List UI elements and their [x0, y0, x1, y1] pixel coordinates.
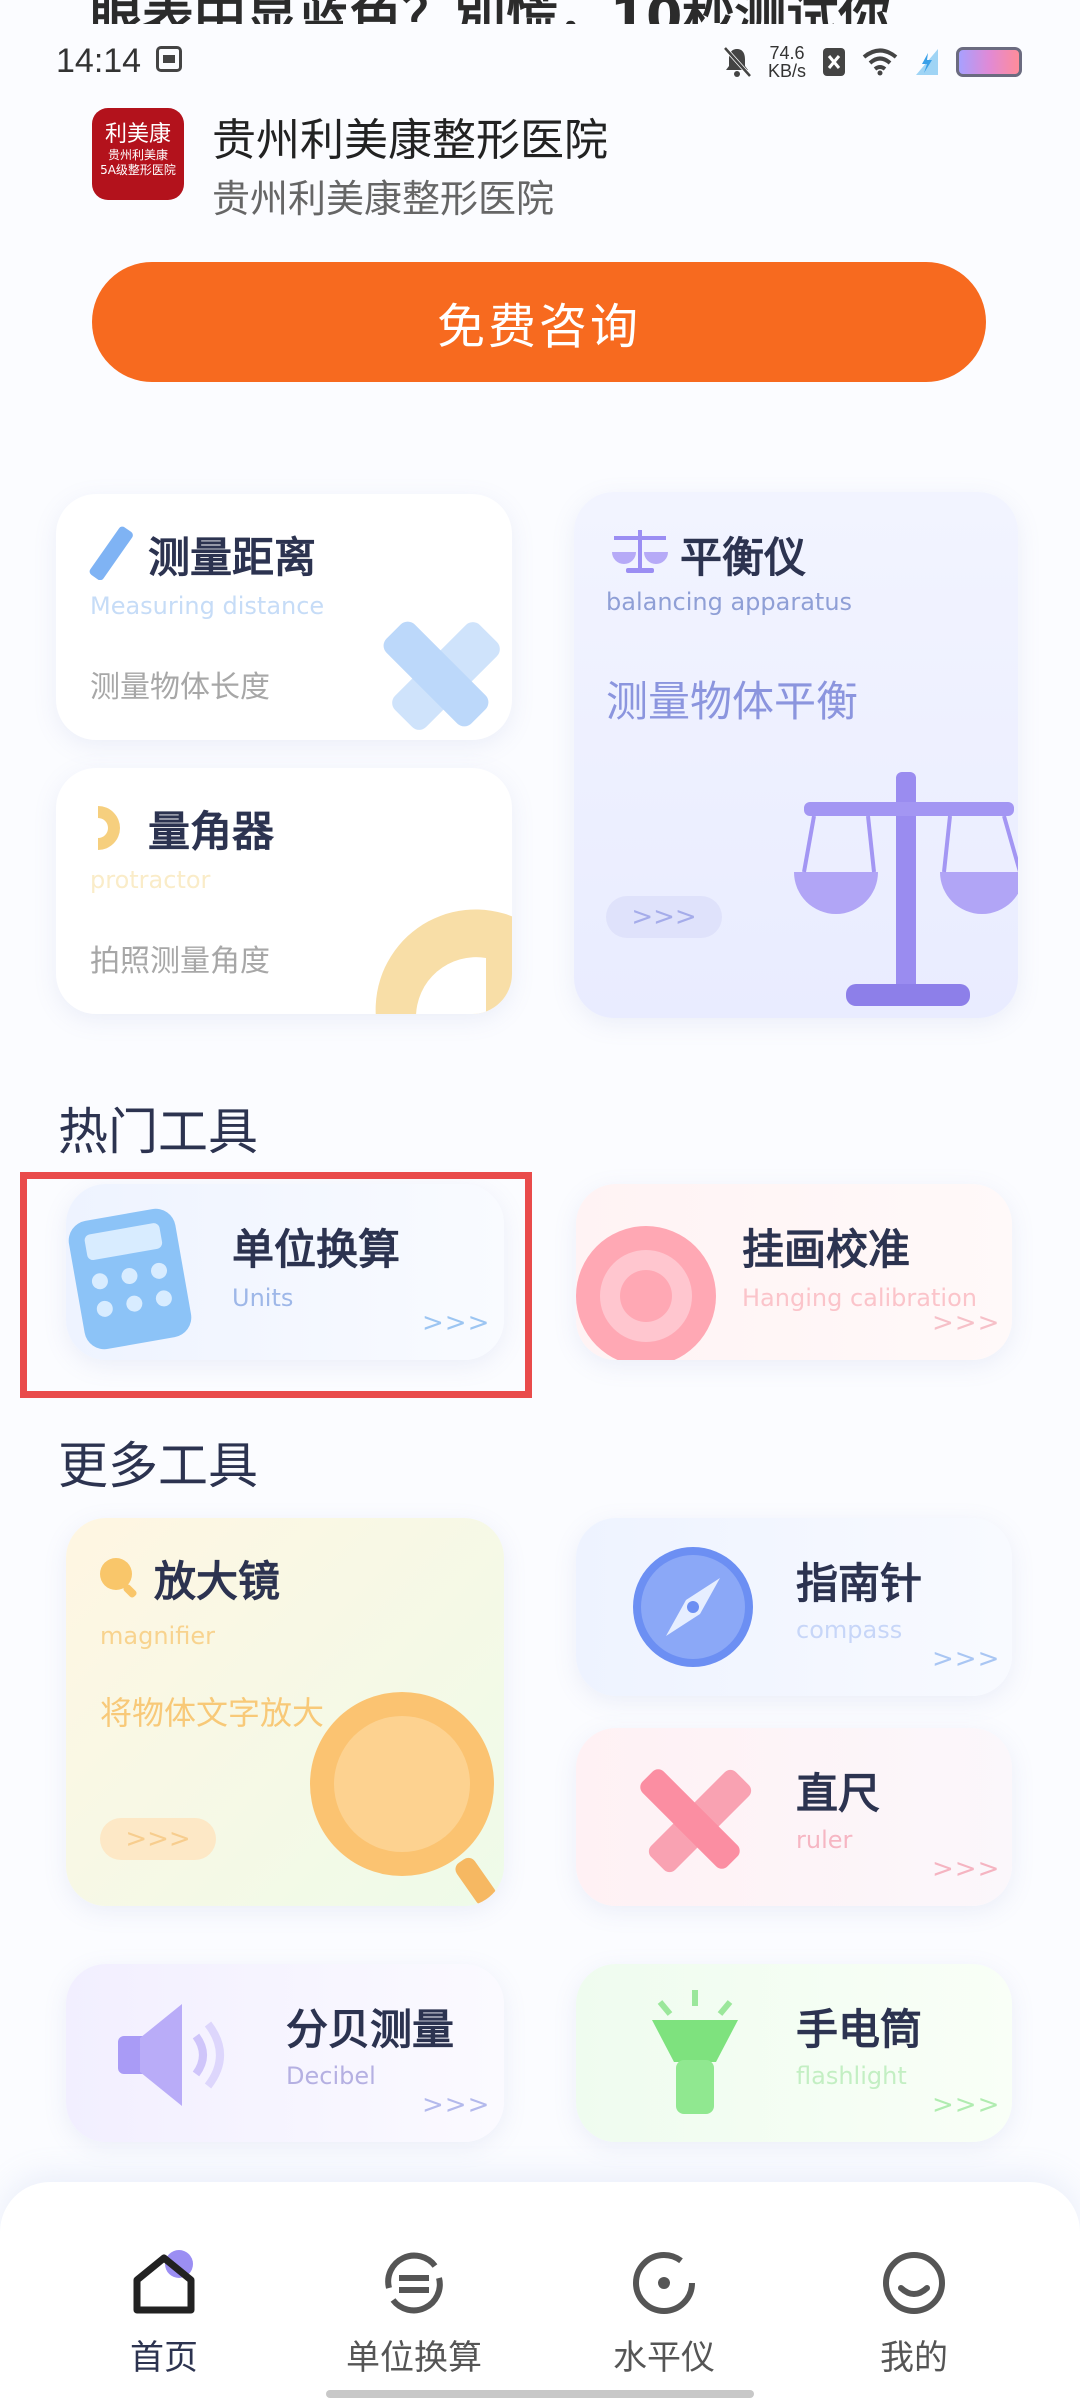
- nav-mine[interactable]: 我的: [814, 2248, 1014, 2379]
- level-icon: [633, 2252, 695, 2314]
- calendar-icon: [156, 46, 182, 72]
- magnifier-title: 放大镜: [154, 1557, 281, 1606]
- highlight-box: [20, 1172, 532, 1398]
- hanging-title: 挂画校准: [742, 1225, 911, 1274]
- decibel-en: Decibel: [286, 2062, 376, 2090]
- measure-desc: 测量物体长度: [90, 670, 270, 705]
- ruler-card[interactable]: 直尺 ruler >>>: [576, 1728, 1012, 1906]
- compass-title: 指南针: [796, 1559, 923, 1608]
- protractor-card[interactable]: 量角器 protractor 拍照测量角度: [56, 768, 512, 1014]
- balance-desc: 测量物体平衡: [606, 677, 859, 726]
- status-icons: 74.6 KB/s: [722, 40, 1022, 84]
- wifi-icon: [862, 48, 898, 76]
- magnifier-go-button[interactable]: >>>: [100, 1818, 216, 1860]
- ruler-title: 直尺: [796, 1769, 881, 1818]
- protractor-title: 量角器: [148, 807, 275, 856]
- sim-off-icon: [823, 48, 845, 76]
- protractor-icon: [375, 909, 512, 1014]
- hanging-calibration-card[interactable]: 挂画校准 Hanging calibration >>>: [576, 1184, 1012, 1360]
- nav-home[interactable]: 首页: [64, 2248, 264, 2379]
- battery-icon: [956, 47, 1022, 77]
- ruler-arrows: >>>: [932, 1854, 1001, 1884]
- magnifier-desc: 将物体文字放大: [100, 1694, 325, 1732]
- magnifier-en: magnifier: [100, 1622, 215, 1650]
- measure-title: 测量距离: [148, 533, 317, 582]
- free-consult-button[interactable]: 免费咨询: [92, 262, 986, 382]
- compass-en: compass: [796, 1616, 903, 1644]
- flashlight-en: flashlight: [796, 2062, 907, 2090]
- protractor-desc: 拍照测量角度: [90, 944, 270, 979]
- ruler-en: ruler: [796, 1826, 853, 1854]
- measure-distance-card[interactable]: 测量距离 Measuring distance 测量物体长度: [56, 494, 512, 740]
- home-indicator[interactable]: [326, 2390, 754, 2398]
- nav-units[interactable]: 单位换算: [314, 2248, 514, 2379]
- balance-card[interactable]: 平衡仪 balancing apparatus 测量物体平衡 >>>: [574, 492, 1018, 1018]
- balance-go-button[interactable]: >>>: [606, 896, 722, 938]
- charging-signal-icon: [916, 49, 938, 75]
- net-speed: 74.6 KB/s: [767, 43, 806, 81]
- decibel-title: 分贝测量: [286, 2005, 455, 2054]
- hospital-logo[interactable]: 利美康 贵州利美康 5A级整形医院: [92, 108, 184, 200]
- protractor-en: protractor: [90, 866, 211, 894]
- balance-title: 平衡仪: [680, 533, 807, 582]
- protractor-small-icon: [98, 806, 120, 850]
- hanging-arrows: >>>: [932, 1308, 1001, 1338]
- balance-en: balancing apparatus: [606, 588, 853, 616]
- decibel-arrows: >>>: [422, 2090, 491, 2120]
- status-bar: 14:14 74.6 KB/s: [0, 0, 1080, 120]
- balance-scale-icon: [794, 772, 1018, 1006]
- ruler-pencil-icon: [383, 621, 500, 730]
- flashlight-arrows: >>>: [932, 2090, 1001, 2120]
- speaker-icon: [118, 2004, 224, 2106]
- home-icon: [133, 2250, 195, 2314]
- smile-icon: [883, 2252, 945, 2314]
- compass-icon: [633, 1547, 753, 1667]
- crossed-rulers-icon: [640, 1769, 752, 1873]
- compass-card[interactable]: 指南针 compass >>>: [576, 1518, 1012, 1696]
- target-icon: [576, 1226, 716, 1360]
- ad-subtitle: 贵州利美康整形医院: [212, 177, 555, 221]
- nav-level[interactable]: 水平仪: [564, 2248, 764, 2379]
- flashlight-title: 手电筒: [796, 2005, 923, 2054]
- flashlight-icon: [652, 1990, 738, 2114]
- hot-tools-heading: 热门工具: [58, 1103, 258, 1161]
- status-time: 14:14: [56, 42, 142, 80]
- compass-arrows: >>>: [932, 1644, 1001, 1674]
- magnifier-icon: [310, 1692, 496, 1906]
- nav-level-label: 水平仪: [613, 2338, 715, 2378]
- scale-small-icon: [612, 530, 668, 573]
- nav-units-label: 单位换算: [346, 2338, 482, 2378]
- decibel-card[interactable]: 分贝测量 Decibel >>>: [66, 1964, 504, 2142]
- measure-en: Measuring distance: [90, 592, 325, 620]
- ad-title[interactable]: 贵州利美康整形医院: [212, 104, 608, 168]
- exchange-icon: [385, 2252, 443, 2314]
- flashlight-card[interactable]: 手电筒 flashlight >>>: [576, 1964, 1012, 2142]
- nav-home-label: 首页: [130, 2338, 198, 2378]
- nav-mine-label: 我的: [880, 2338, 948, 2378]
- magnifier-small-icon: [100, 1558, 137, 1598]
- more-tools-heading: 更多工具: [58, 1437, 258, 1495]
- magnifier-card[interactable]: 放大镜 magnifier 将物体文字放大 >>>: [66, 1518, 504, 1906]
- mute-bell-icon: [723, 46, 752, 78]
- ruler-small-icon: [89, 526, 133, 580]
